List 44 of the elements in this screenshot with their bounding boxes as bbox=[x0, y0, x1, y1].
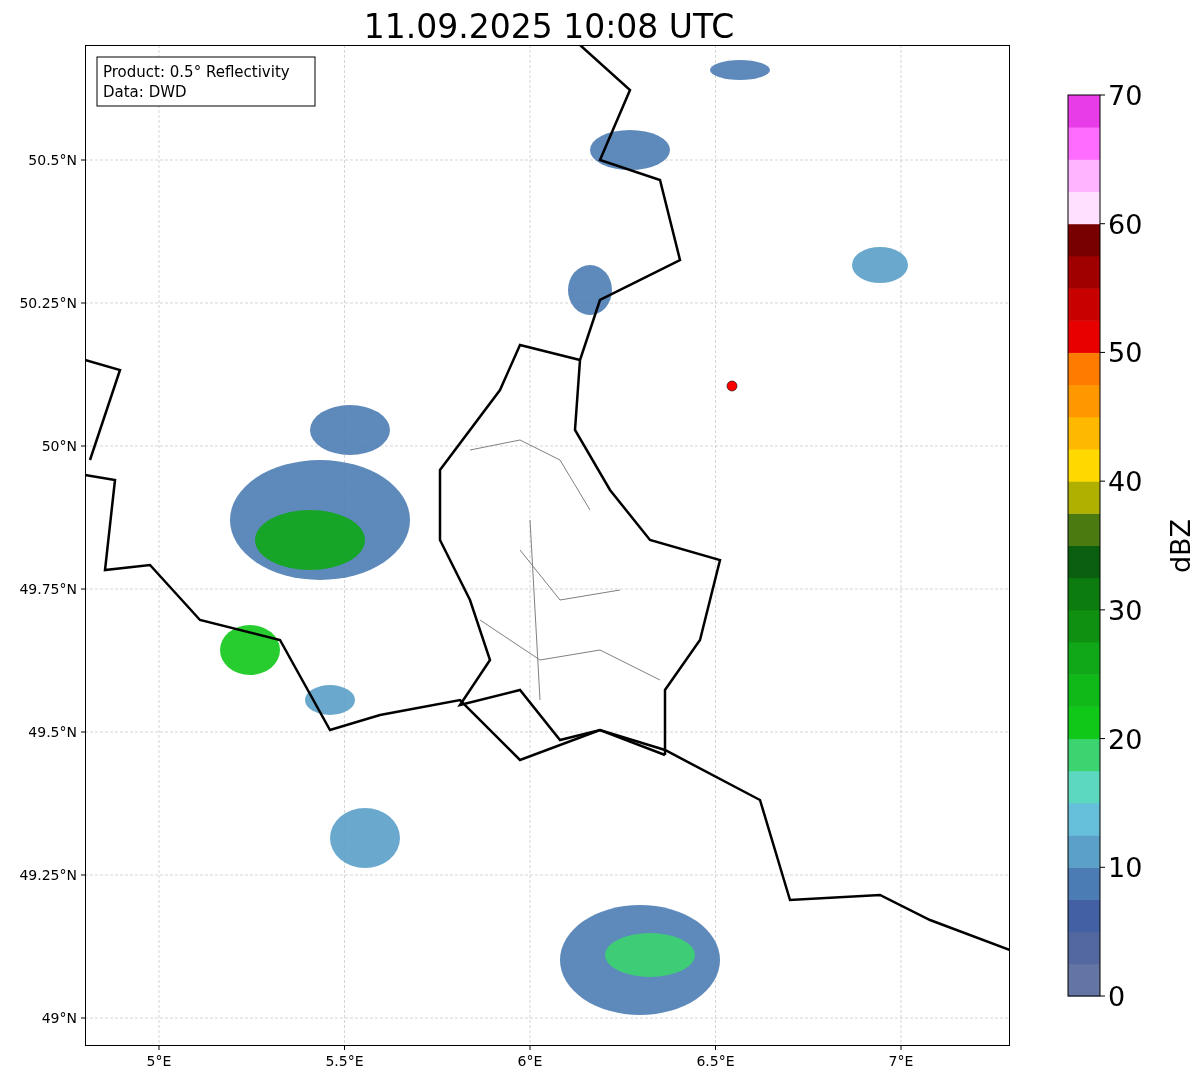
tick-mark bbox=[715, 1045, 716, 1051]
tick-mark bbox=[1099, 223, 1106, 225]
tick-mark bbox=[1099, 94, 1106, 96]
axis-label: 7°E bbox=[888, 1053, 914, 1069]
colorbar-label: 40 bbox=[1108, 466, 1143, 498]
tick-mark bbox=[900, 1045, 902, 1051]
axis-label: 6°E bbox=[517, 1053, 543, 1069]
chart-title: 11.09.2025 10:08 UTC bbox=[363, 7, 735, 46]
tick-mark bbox=[80, 588, 86, 590]
axis-label: 50.5°N bbox=[28, 152, 77, 168]
tick-mark bbox=[158, 1045, 160, 1051]
colorbar-label: 0 bbox=[1108, 981, 1126, 1012]
axis-label: 49°N bbox=[41, 1010, 77, 1026]
colorbar-label: 70 bbox=[1108, 80, 1143, 111]
tick-mark bbox=[80, 159, 86, 161]
axis-label: 49.75°N bbox=[19, 581, 77, 597]
tick-mark bbox=[344, 1045, 345, 1051]
axis-label: 50.25°N bbox=[19, 295, 77, 311]
axis-label: 49.25°N bbox=[19, 867, 77, 883]
tick-mark bbox=[1099, 738, 1106, 740]
colorbar-label: 60 bbox=[1108, 208, 1143, 240]
tick-mark bbox=[1099, 609, 1106, 611]
colorbar-label: 10 bbox=[1108, 852, 1143, 884]
tick-mark bbox=[80, 874, 86, 876]
axis-label: 5°E bbox=[146, 1053, 172, 1069]
axis-label: 50°N bbox=[41, 438, 77, 454]
axis-label: 6.5°E bbox=[696, 1053, 735, 1069]
info-text: Product: 0.5° Reflectivity bbox=[103, 63, 290, 81]
axis-label: 5.5°E bbox=[325, 1053, 364, 1069]
info-text: Data: DWD bbox=[103, 83, 187, 101]
colorbar-label: 20 bbox=[1108, 723, 1143, 755]
tick-mark bbox=[80, 1017, 86, 1019]
tick-mark bbox=[1099, 351, 1106, 353]
tick-mark bbox=[80, 731, 86, 733]
colorbar-label: 50 bbox=[1108, 337, 1143, 369]
colorbar-title: dBZ bbox=[1165, 518, 1196, 574]
axis-label: 49.5°N bbox=[28, 724, 77, 740]
tick-mark bbox=[80, 445, 86, 447]
tick-mark bbox=[1099, 995, 1106, 997]
tick-mark bbox=[529, 1045, 531, 1051]
tick-mark bbox=[1099, 480, 1106, 482]
colorbar-label: 30 bbox=[1108, 594, 1143, 626]
tick-mark bbox=[1099, 866, 1106, 868]
tick-mark bbox=[80, 302, 86, 304]
